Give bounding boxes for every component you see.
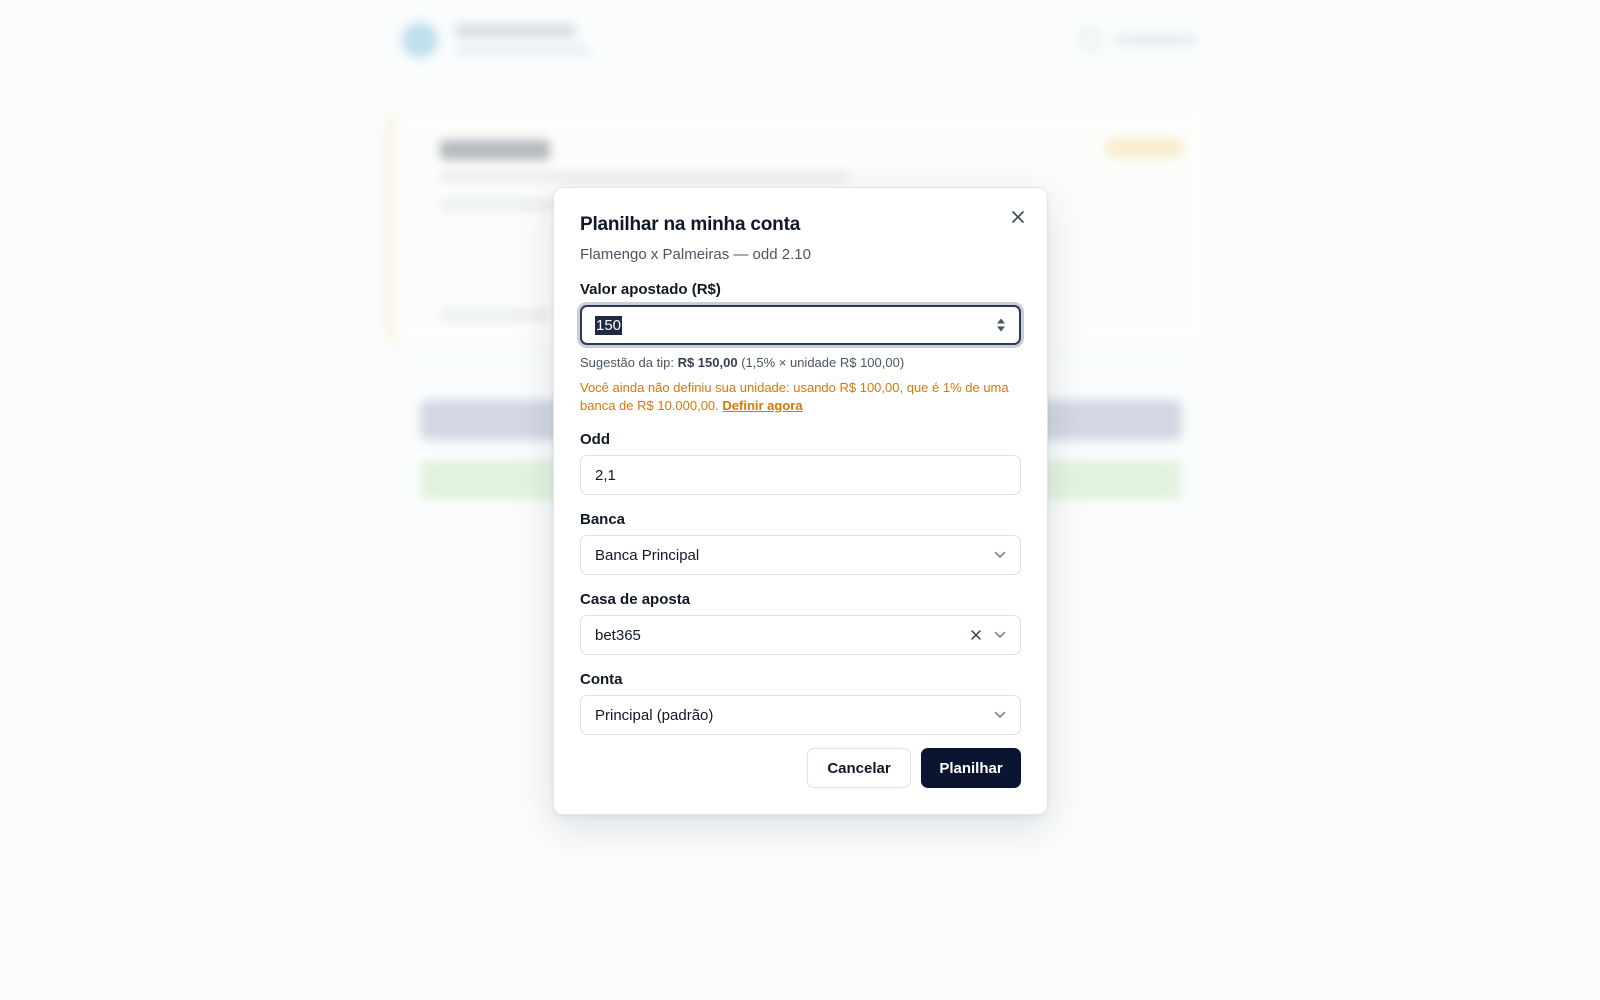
casa-select[interactable]: bet365 xyxy=(580,615,1021,655)
valor-value: 150 xyxy=(595,315,623,335)
close-button[interactable] xyxy=(1007,206,1029,228)
banca-value: Banca Principal xyxy=(595,546,700,564)
dialog-subtitle: Flamengo x Palmeiras — odd 2.10 xyxy=(580,246,811,263)
valor-label: Valor apostado (R$) xyxy=(580,281,721,298)
valor-input[interactable]: 150 xyxy=(580,305,1021,345)
chevron-down-icon xyxy=(994,711,1006,718)
define-unit-link[interactable]: Definir agora xyxy=(722,398,802,413)
odd-input[interactable]: 2,1 xyxy=(580,455,1021,495)
odd-label: Odd xyxy=(580,431,610,448)
planilhar-button[interactable]: Planilhar xyxy=(921,748,1021,788)
close-icon xyxy=(1012,211,1024,223)
banca-label: Banca xyxy=(580,511,626,528)
conta-label: Conta xyxy=(580,671,623,688)
chevron-down-icon xyxy=(994,551,1006,558)
chevron-down-icon xyxy=(994,631,1006,638)
casa-label: Casa de aposta xyxy=(580,591,691,608)
unit-warning: Você ainda não definiu sua unidade: usan… xyxy=(580,379,1021,415)
hint-prefix: Sugestão da tip: xyxy=(580,355,678,370)
conta-value: Principal (padrão) xyxy=(595,706,714,724)
stepper-up-icon[interactable] xyxy=(997,318,1005,324)
hint-amount: R$ 150,00 xyxy=(677,355,738,370)
banca-select[interactable]: Banca Principal xyxy=(580,535,1021,575)
planilhar-dialog: Planilhar na minha conta Flamengo x Palm… xyxy=(553,187,1048,815)
cancel-button[interactable]: Cancelar xyxy=(807,748,911,788)
stepper-down-icon[interactable] xyxy=(997,326,1005,332)
conta-select[interactable]: Principal (padrão) xyxy=(580,695,1021,735)
stake-suggestion: Sugestão da tip: R$ 150,00 (1,5% × unida… xyxy=(580,355,1021,370)
odd-value: 2,1 xyxy=(595,466,616,484)
dialog-title: Planilhar na minha conta xyxy=(580,214,801,235)
hint-suffix: (1,5% × unidade R$ 100,00) xyxy=(737,355,905,370)
dialog-footer: Cancelar Planilhar xyxy=(807,748,1021,788)
number-stepper[interactable] xyxy=(997,318,1005,332)
clear-icon[interactable] xyxy=(970,629,982,641)
casa-value: bet365 xyxy=(595,626,641,644)
